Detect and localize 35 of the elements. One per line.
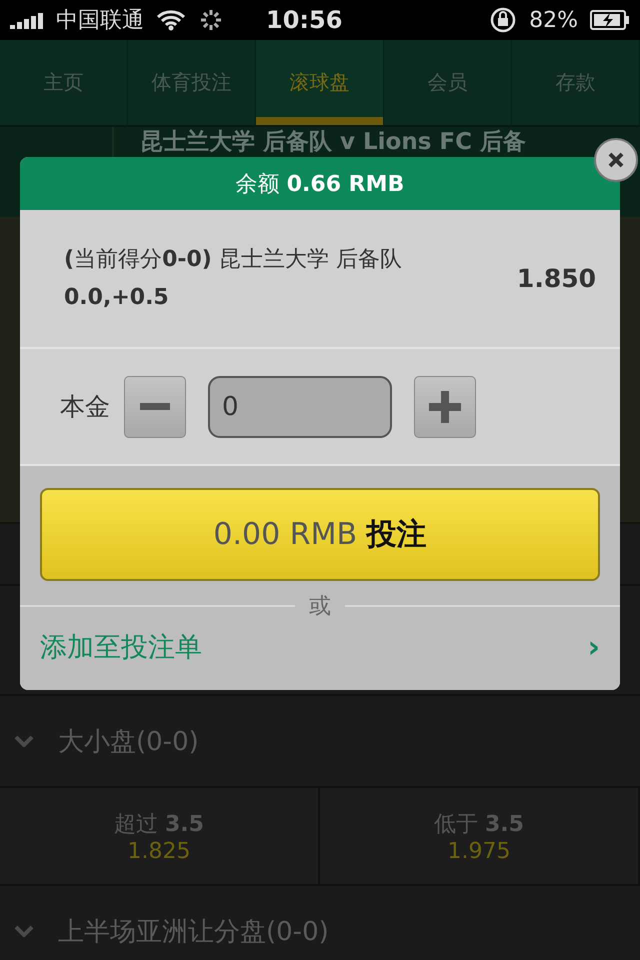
outcome-label: 低于 3.5 — [434, 810, 524, 838]
nav-tab[interactable]: 主页 — [0, 40, 128, 125]
balance-text: 余额 0.66 RMB — [236, 170, 404, 198]
carrier-name: 中国联通 — [56, 7, 144, 35]
odds-value: 1.825 — [128, 838, 190, 864]
minus-icon — [140, 402, 170, 410]
stake-input[interactable]: 0 — [208, 376, 392, 438]
selection-odds: 1.850 — [516, 264, 596, 293]
stake-label: 本金 — [60, 391, 110, 423]
nav-tab[interactable]: 存款 — [512, 40, 640, 125]
plus-icon — [429, 390, 461, 422]
match-title: 昆士兰大学 后备队 v Lions FC 后备 — [140, 129, 526, 155]
odds-value: 1.975 — [448, 838, 510, 864]
or-text: 或 — [309, 593, 331, 621]
battery-charging-icon — [590, 10, 630, 30]
signal-icon — [10, 11, 44, 29]
wifi-icon — [156, 9, 186, 31]
add-to-betslip-link[interactable]: 添加至投注单 — [40, 629, 202, 665]
decrease-button[interactable] — [124, 376, 186, 438]
clock-time: 10:56 — [266, 6, 342, 34]
chevron-right: › — [588, 630, 600, 664]
selection-text: (当前得分0-0) 昆士兰大学 后备队 0.0,+0.5 — [64, 246, 403, 312]
market-title: 大小盘(0-0) — [58, 726, 199, 758]
close-icon — [607, 151, 625, 169]
chevron-down-icon — [14, 925, 34, 937]
outcome-label: 超过 3.5 — [114, 810, 204, 838]
battery-percentage: 82% — [529, 8, 578, 32]
rotation-lock-icon — [489, 6, 518, 34]
nav-tab[interactable]: 滚球盘 — [256, 40, 384, 125]
chevron-down-icon — [14, 735, 34, 747]
increase-button[interactable] — [414, 376, 476, 438]
place-bet-button[interactable]: 0.00 RMB 投注 — [40, 488, 600, 581]
loading-spinner-icon — [198, 7, 224, 33]
market-title: 上半场亚洲让分盘(0-0) — [58, 916, 329, 948]
nav-tab[interactable]: 会员 — [384, 40, 512, 125]
